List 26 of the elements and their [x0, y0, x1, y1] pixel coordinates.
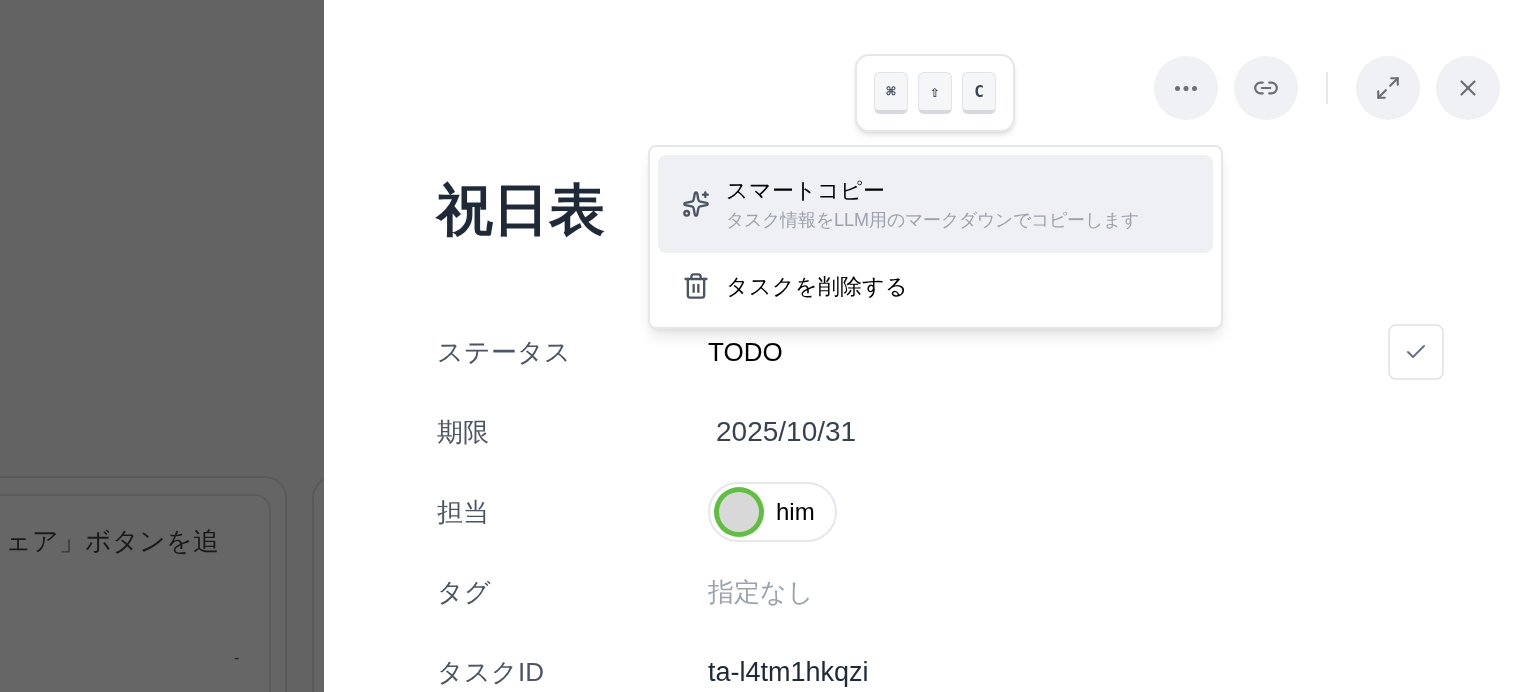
assignee-name: him: [776, 497, 815, 527]
expand-icon: [1375, 75, 1401, 101]
keyboard-key: ⇧: [918, 72, 952, 114]
menu-item[interactable]: タスクを削除する: [658, 253, 1213, 319]
complete-button[interactable]: [1388, 324, 1444, 380]
card-footer-text: -: [234, 649, 240, 666]
field-label: ステータス: [437, 335, 572, 369]
menu-item[interactable]: スマートコピー タスク情報をLLM用のマークダウンでコピーします: [658, 155, 1213, 253]
sparkle-icon: [682, 190, 710, 218]
menu-item-label: タスクを削除する: [726, 272, 908, 301]
field-label: タグ: [437, 575, 492, 609]
menu-item-description: タスク情報をLLM用のマークダウンでコピーします: [726, 209, 1139, 232]
ellipsis-icon: [1175, 85, 1197, 91]
due-date-value[interactable]: 2025/10/31: [708, 416, 857, 447]
avatar: [714, 487, 764, 537]
keyboard-key: ⌘: [874, 72, 908, 114]
field-label: タスクID: [437, 655, 545, 689]
card-title: ェア」ボタンを追: [5, 526, 219, 556]
keyboard-key: C: [962, 72, 996, 114]
trash-icon: [682, 272, 710, 300]
assignee-chip[interactable]: him: [708, 482, 837, 542]
menu-item-label: スマートコピー: [726, 177, 886, 205]
status-value[interactable]: TODO: [708, 336, 783, 367]
field-label: 担当: [437, 495, 490, 529]
field-label: 期限: [437, 415, 490, 449]
task-id-value: ta-l4tm1hkqzi: [708, 656, 869, 687]
